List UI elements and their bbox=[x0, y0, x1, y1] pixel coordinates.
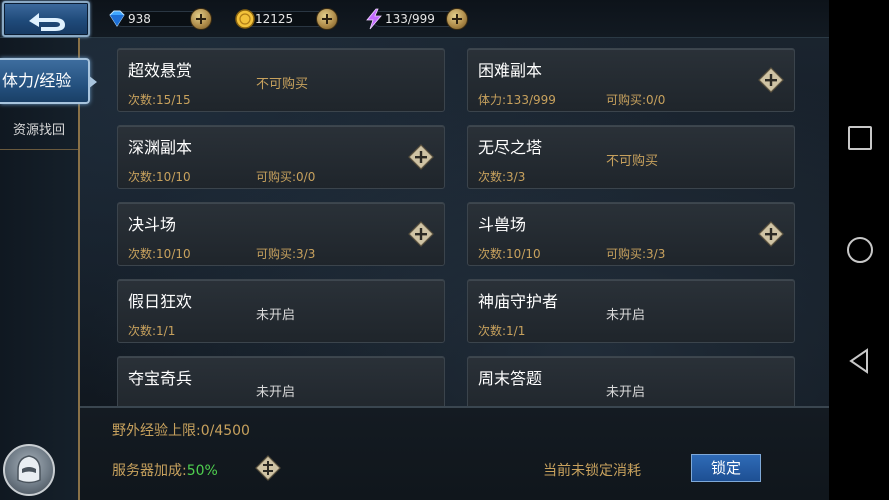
back-button[interactable] bbox=[2, 1, 90, 37]
activity-count: 次数:10/10 bbox=[478, 247, 541, 261]
add-stamina-button[interactable] bbox=[446, 8, 468, 30]
activity-count: 次数:15/15 bbox=[128, 93, 191, 107]
activity-card[interactable]: 无尽之塔 不可购买 次数:3/3 bbox=[467, 125, 795, 189]
activity-card[interactable]: 神庙守护者 未开启 次数:1/1 bbox=[467, 279, 795, 343]
activity-count: 次数:3/3 bbox=[478, 170, 526, 184]
diamond-icon bbox=[109, 10, 125, 27]
activity-status: 未开启 bbox=[606, 308, 646, 323]
activity-status: 未开启 bbox=[256, 308, 296, 323]
activity-title: 无尽之塔 bbox=[478, 138, 543, 157]
activity-title: 假日狂欢 bbox=[128, 292, 193, 311]
stamina-resource: 133/999 bbox=[362, 8, 472, 30]
lock-status: 当前未锁定消耗 bbox=[543, 463, 641, 479]
activity-card[interactable]: 深渊副本 次数:10/10 可购买:0/0 bbox=[117, 125, 445, 189]
return-arrow-icon bbox=[29, 13, 65, 31]
lightning-icon bbox=[366, 8, 382, 30]
activity-count: 次数:1/1 bbox=[478, 324, 526, 338]
diamond-resource: 938 bbox=[104, 8, 214, 30]
home-icon[interactable] bbox=[847, 237, 873, 263]
activity-status: 不可购买 bbox=[606, 154, 659, 169]
activity-card[interactable]: 夺宝奇兵 未开启 bbox=[117, 356, 445, 406]
activity-title: 深渊副本 bbox=[128, 138, 193, 157]
server-bonus-value: 50% bbox=[186, 463, 218, 479]
buy-plus-icon[interactable] bbox=[758, 221, 784, 247]
buy-plus-icon[interactable] bbox=[408, 221, 434, 247]
buy-plus-icon[interactable] bbox=[408, 144, 434, 170]
diamond-count: 938 bbox=[128, 12, 151, 26]
activity-list[interactable]: 超效悬赏 不可购买 次数:15/15 困难副本 体力:133/999 可购买:0… bbox=[80, 38, 829, 406]
buy-plus-icon[interactable] bbox=[758, 67, 784, 93]
helmet-icon bbox=[17, 455, 41, 484]
activity-card[interactable]: 假日狂欢 未开启 次数:1/1 bbox=[117, 279, 445, 343]
activity-purchasable: 可购买:3/3 bbox=[256, 247, 316, 261]
activity-title: 超效悬赏 bbox=[128, 61, 193, 80]
tab-resource-recovery[interactable]: 资源找回 bbox=[0, 116, 78, 150]
side-tabs: 体力/经验 资源找回 bbox=[0, 38, 97, 500]
gold-count: 12125 bbox=[255, 12, 294, 26]
activity-count: 次数:10/10 bbox=[128, 170, 191, 184]
stamina-count: 133/999 bbox=[385, 12, 435, 26]
game-screen: 938 12125 133/999 体力/经验 资源找回 超效悬赏 不可购买 次… bbox=[0, 0, 829, 500]
activity-title: 决斗场 bbox=[128, 215, 177, 234]
activity-card[interactable]: 困难副本 体力:133/999 可购买:0/0 bbox=[467, 48, 795, 112]
server-bonus: 服务器加成:50% bbox=[112, 460, 218, 480]
activity-card[interactable]: 决斗场 次数:10/10 可购买:3/3 bbox=[117, 202, 445, 266]
server-bonus-label: 服务器加成: bbox=[112, 463, 187, 479]
recent-apps-icon[interactable] bbox=[848, 126, 872, 150]
activity-title: 神庙守护者 bbox=[478, 292, 559, 311]
activity-status: 未开启 bbox=[256, 385, 296, 400]
back-triangle-icon[interactable] bbox=[847, 348, 873, 374]
activity-card[interactable]: 斗兽场 次数:10/10 可购买:3/3 bbox=[467, 202, 795, 266]
activity-stamina: 体力:133/999 bbox=[478, 93, 556, 107]
activity-title: 斗兽场 bbox=[478, 215, 527, 234]
add-gold-button[interactable] bbox=[316, 8, 338, 30]
activity-status: 未开启 bbox=[606, 385, 646, 400]
field-exp-limit: 野外经验上限:0/4500 bbox=[112, 423, 250, 439]
gold-coin-icon bbox=[235, 9, 255, 29]
assistant-avatar-button[interactable] bbox=[3, 444, 55, 496]
add-diamond-button[interactable] bbox=[190, 8, 212, 30]
activity-title: 困难副本 bbox=[478, 61, 543, 80]
activity-title: 夺宝奇兵 bbox=[128, 369, 193, 388]
system-nav-bar bbox=[829, 0, 889, 500]
activity-count: 次数:1/1 bbox=[128, 324, 176, 338]
activity-status: 不可购买 bbox=[256, 77, 309, 92]
activity-purchasable: 可购买:0/0 bbox=[256, 170, 316, 184]
activity-card[interactable]: 周末答题 未开启 bbox=[467, 356, 795, 406]
activity-title: 周末答题 bbox=[478, 369, 543, 388]
gold-resource: 12125 bbox=[233, 8, 343, 30]
activity-count: 次数:10/10 bbox=[128, 247, 191, 261]
top-bar: 938 12125 133/999 bbox=[0, 0, 829, 38]
tab-stamina-exp-label: 体力/经验 bbox=[2, 71, 72, 90]
activity-purchasable: 可购买:0/0 bbox=[606, 93, 666, 107]
tab-stamina-exp[interactable]: 体力/经验 bbox=[0, 58, 97, 104]
info-icon[interactable] bbox=[255, 455, 281, 481]
activity-card[interactable]: 超效悬赏 不可购买 次数:15/15 bbox=[117, 48, 445, 112]
activity-purchasable: 可购买:3/3 bbox=[606, 247, 666, 261]
bottom-panel: 野外经验上限:0/4500 服务器加成:50% 当前未锁定消耗 锁定 bbox=[80, 406, 829, 500]
lock-button[interactable]: 锁定 bbox=[691, 454, 761, 482]
